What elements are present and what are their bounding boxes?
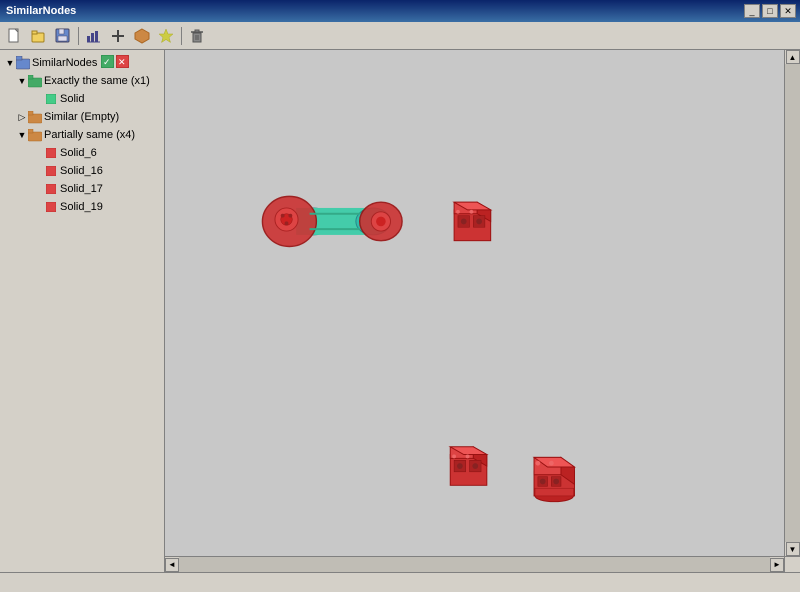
viewport[interactable]: ▲ ▼ ◄ ► [165, 50, 800, 572]
solid-red-icon-17 [44, 182, 58, 196]
expand-exactly-icon[interactable]: ▼ [16, 75, 28, 87]
expand-partially-icon[interactable]: ▼ [16, 129, 28, 141]
star-button[interactable] [155, 25, 177, 47]
maximize-button[interactable]: □ [762, 4, 778, 18]
scroll-down-button[interactable]: ▼ [786, 542, 800, 556]
tree-similar[interactable]: ▷ Similar (Empty) [2, 108, 162, 126]
solid-red-icon-19 [44, 200, 58, 214]
solid-red-icon-6 [44, 146, 58, 160]
root-check-badge: ✓ [101, 55, 114, 71]
tree-exactly-same[interactable]: ▼ Exactly the same (x1) [2, 72, 162, 90]
root-label: SimilarNodes [32, 57, 97, 69]
svg-text:✓: ✓ [103, 57, 111, 67]
3d-object-1 [262, 196, 402, 246]
title-bar: SimilarNodes _ □ ✕ [0, 0, 800, 22]
tree-solid16[interactable]: ▷ Solid_16 [2, 162, 162, 180]
solid19-label: Solid_19 [60, 201, 103, 213]
tree-panel[interactable]: ▼ SimilarNodes ✓ ✕ ▼ Exactly the same (x… [0, 50, 165, 572]
scroll-right-button[interactable]: ► [770, 558, 784, 572]
3d-object-3 [450, 447, 487, 486]
tree-solid17[interactable]: ▷ Solid_17 [2, 180, 162, 198]
scroll-track [785, 64, 800, 542]
solid-label: Solid [60, 93, 84, 105]
add-button[interactable] [107, 25, 129, 47]
svg-text:✕: ✕ [118, 57, 126, 67]
tree-solid6[interactable]: ▷ Solid_6 [2, 144, 162, 162]
3d-object-2 [454, 202, 491, 241]
folder-orange-icon [28, 110, 42, 124]
horizontal-scrollbar[interactable]: ◄ ► [165, 556, 784, 572]
status-bar [0, 572, 800, 592]
root-icon [16, 56, 30, 70]
solid17-label: Solid_17 [60, 183, 103, 195]
separator-2 [181, 27, 182, 45]
vertical-scrollbar[interactable]: ▲ ▼ [784, 50, 800, 556]
solid6-label: Solid_6 [60, 147, 97, 159]
open-button[interactable] [28, 25, 50, 47]
tree-solid[interactable]: ▷ Solid [2, 90, 162, 108]
tree-solid19[interactable]: ▷ Solid_19 [2, 198, 162, 216]
object-button[interactable] [131, 25, 153, 47]
chart-button[interactable] [83, 25, 105, 47]
tree-partially-same[interactable]: ▼ Partially same (x4) [2, 126, 162, 144]
delete-button[interactable] [186, 25, 208, 47]
similar-label: Similar (Empty) [44, 111, 119, 123]
solid-red-icon-16 [44, 164, 58, 178]
expand-icon[interactable]: ▼ [4, 57, 16, 69]
exactly-same-label: Exactly the same (x1) [44, 75, 150, 87]
separator-1 [78, 27, 79, 45]
solid-green-icon [44, 92, 58, 106]
save-button[interactable] [52, 25, 74, 47]
scroll-corner [784, 556, 800, 572]
scroll-htrack [179, 557, 770, 572]
toolbar [0, 22, 800, 50]
expand-similar-icon[interactable]: ▷ [16, 111, 28, 123]
window-title: SimilarNodes [4, 5, 76, 17]
folder-green-icon [28, 74, 42, 88]
viewport-svg [165, 50, 800, 572]
root-x-badge: ✕ [116, 55, 129, 71]
new-button[interactable] [4, 25, 26, 47]
minimize-button[interactable]: _ [744, 4, 760, 18]
3d-object-4 [534, 457, 574, 501]
tree-root[interactable]: ▼ SimilarNodes ✓ ✕ [2, 54, 162, 72]
scroll-left-button[interactable]: ◄ [165, 558, 179, 572]
close-button[interactable]: ✕ [780, 4, 796, 18]
partially-same-label: Partially same (x4) [44, 129, 135, 141]
folder-orange2-icon [28, 128, 42, 142]
main-area: ▼ SimilarNodes ✓ ✕ ▼ Exactly the same (x… [0, 50, 800, 572]
solid16-label: Solid_16 [60, 165, 103, 177]
title-controls: _ □ ✕ [744, 4, 796, 18]
scroll-up-button[interactable]: ▲ [786, 50, 800, 64]
